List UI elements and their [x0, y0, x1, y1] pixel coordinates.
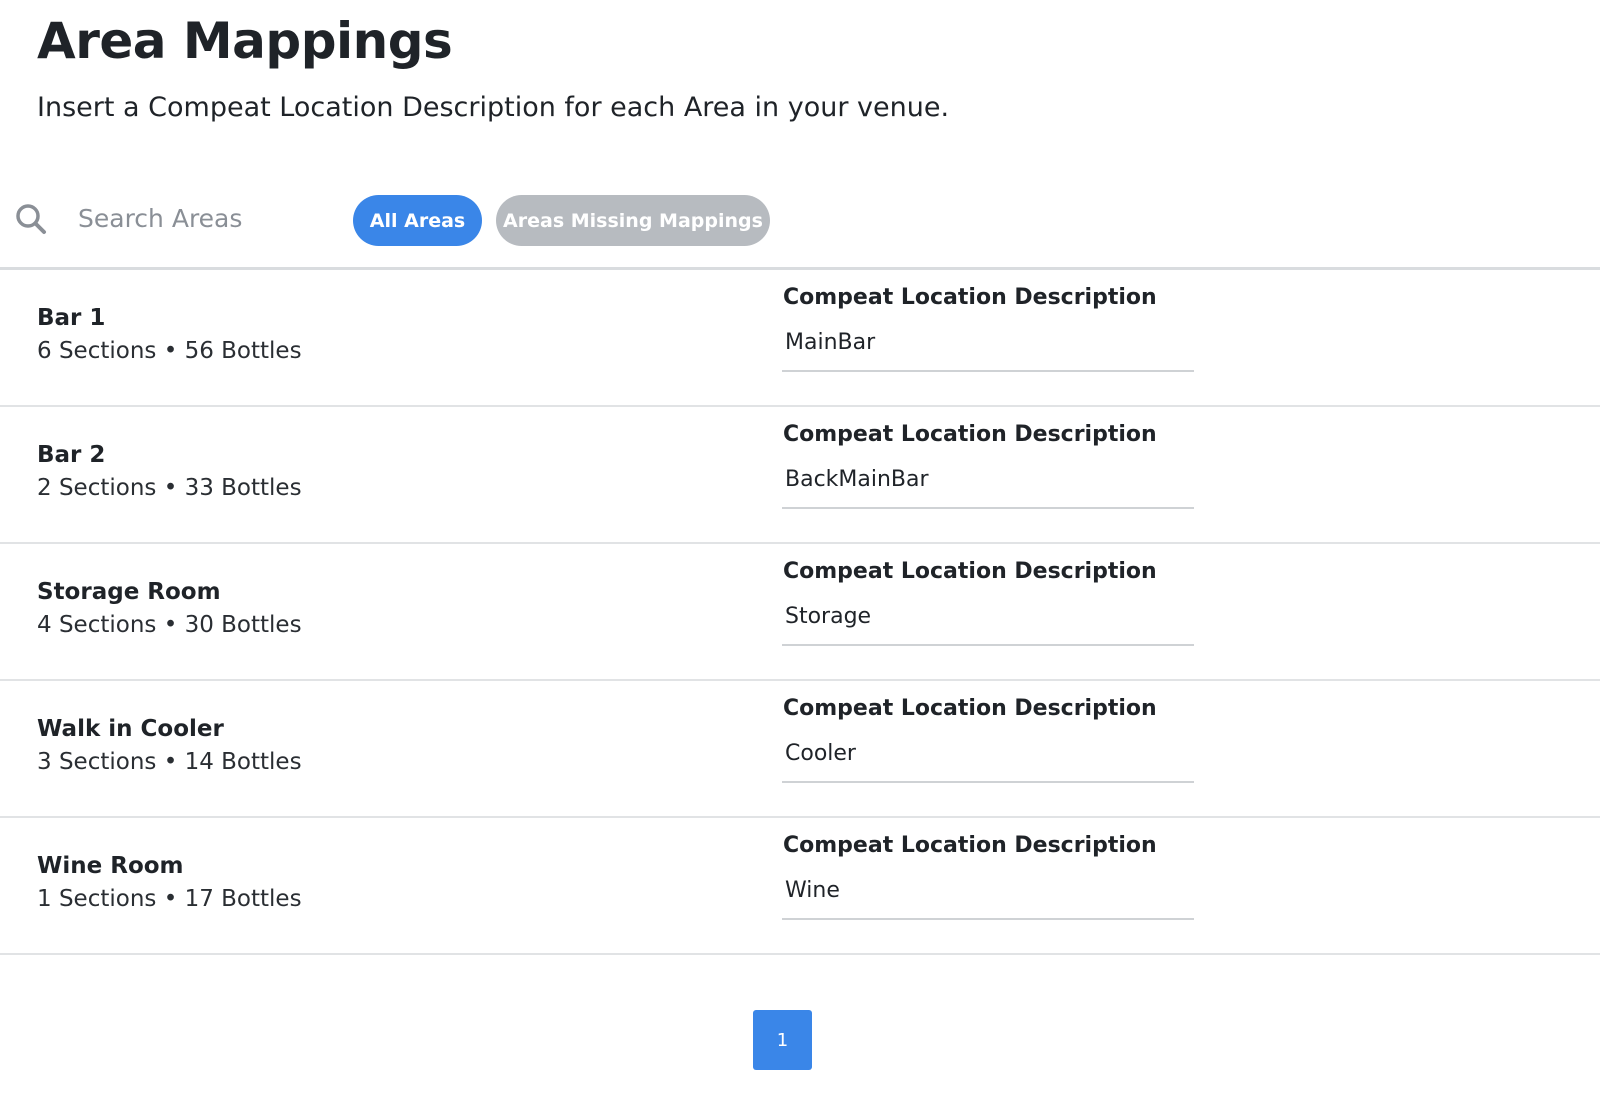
mapping-field-label: Compeat Location Description [783, 285, 1157, 310]
area-row-wine-room: Wine Room 1 Sections • 17 Bottles Compea… [0, 818, 1600, 955]
page-subtitle: Insert a Compeat Location Description fo… [37, 92, 950, 123]
filter-missing-mappings-button[interactable]: Areas Missing Mappings [496, 195, 770, 246]
pagination-page-button[interactable]: 1 [753, 1010, 812, 1070]
area-name: Walk in Cooler [37, 716, 224, 742]
area-row-storage-room: Storage Room 4 Sections • 30 Bottles Com… [0, 544, 1600, 681]
area-row-walk-in-cooler: Walk in Cooler 3 Sections • 14 Bottles C… [0, 681, 1600, 818]
mapping-input[interactable] [782, 733, 1194, 783]
area-meta: 2 Sections • 33 Bottles [37, 475, 302, 501]
area-meta: 4 Sections • 30 Bottles [37, 612, 302, 638]
search-input[interactable] [66, 196, 326, 240]
area-meta: 6 Sections • 56 Bottles [37, 338, 302, 364]
area-name: Bar 1 [37, 305, 106, 331]
mapping-input[interactable] [782, 596, 1194, 646]
area-name: Storage Room [37, 579, 221, 605]
area-meta: 3 Sections • 14 Bottles [37, 749, 302, 775]
area-row-bar-2: Bar 2 2 Sections • 33 Bottles Compeat Lo… [0, 407, 1600, 544]
area-name: Bar 2 [37, 442, 106, 468]
mapping-field-label: Compeat Location Description [783, 422, 1157, 447]
mapping-field-label: Compeat Location Description [783, 833, 1157, 858]
filter-all-areas-button[interactable]: All Areas [353, 195, 482, 246]
mapping-input[interactable] [782, 870, 1194, 920]
mapping-field-label: Compeat Location Description [783, 696, 1157, 721]
area-meta: 1 Sections • 17 Bottles [37, 886, 302, 912]
mapping-input[interactable] [782, 322, 1194, 372]
search-icon [16, 204, 46, 234]
mapping-input[interactable] [782, 459, 1194, 509]
area-mappings-page: Area Mappings Insert a Compeat Location … [0, 0, 1600, 1111]
mapping-field-label: Compeat Location Description [783, 559, 1157, 584]
area-row-bar-1: Bar 1 6 Sections • 56 Bottles Compeat Lo… [0, 270, 1600, 407]
page-title: Area Mappings [37, 12, 453, 70]
area-name: Wine Room [37, 853, 184, 879]
